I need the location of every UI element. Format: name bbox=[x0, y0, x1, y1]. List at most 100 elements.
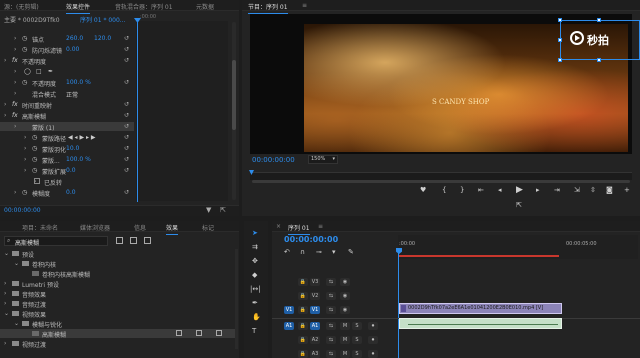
hand-tool-icon[interactable]: ✋ bbox=[252, 313, 261, 321]
close-icon[interactable]: × bbox=[276, 223, 281, 230]
solo-button[interactable]: S bbox=[352, 336, 362, 344]
lock-toggle-icon[interactable]: 🔒 bbox=[298, 336, 308, 344]
ec-scrollbar-thumb[interactable] bbox=[232, 60, 236, 130]
stopwatch-icon[interactable]: ◷ bbox=[32, 156, 37, 163]
source-patch-v1[interactable]: V1 bbox=[284, 306, 294, 314]
stopwatch-icon[interactable]: ◷ bbox=[22, 46, 27, 53]
lock-toggle-icon[interactable]: 🔒 bbox=[298, 350, 308, 358]
ec-row[interactable]: › ◷ 防闪烁滤镜 0.00 ↺ bbox=[0, 45, 134, 55]
sync-lock-icon[interactable]: ⇆ bbox=[326, 292, 336, 300]
ec-row[interactable]: › ◷ 不透明度 100.0 % ↺ bbox=[0, 78, 134, 88]
step-back-icon[interactable]: ◂ bbox=[498, 186, 502, 194]
expand-arrow-icon[interactable]: › bbox=[14, 90, 16, 97]
add-marker-icon[interactable]: ♥ bbox=[420, 186, 426, 194]
program-timecode[interactable]: 00:00:00:00 bbox=[252, 156, 295, 164]
type-tool-icon[interactable]: T bbox=[252, 327, 256, 335]
stopwatch-icon[interactable]: ◷ bbox=[32, 134, 37, 141]
mute-button[interactable]: M bbox=[340, 336, 350, 344]
voice-over-mic-icon[interactable]: ⏺ bbox=[368, 336, 378, 344]
mask-track-controls[interactable]: ◀ ◂ ▶ ▸ ▶ bbox=[68, 134, 96, 141]
play-icon[interactable]: ▶ bbox=[516, 185, 523, 195]
export-frame-icon[interactable]: ◙ bbox=[606, 186, 613, 194]
chevron-right-icon[interactable]: › bbox=[4, 280, 6, 287]
ec-row[interactable]: › ◷ 锚点 260.0 120.0 ↺ bbox=[0, 34, 134, 44]
track-target-v2[interactable]: V2 bbox=[310, 292, 320, 300]
chevron-down-icon[interactable]: ⌄ bbox=[14, 320, 19, 327]
expand-arrow-icon[interactable]: › bbox=[24, 167, 26, 174]
reset-icon[interactable]: ↺ bbox=[124, 189, 129, 196]
ec-row-value[interactable]: 100.0 % bbox=[66, 79, 91, 86]
reset-icon[interactable]: ↺ bbox=[124, 112, 129, 119]
expand-arrow-icon[interactable]: › bbox=[4, 101, 6, 108]
add-marker-icon[interactable]: ▾ bbox=[332, 248, 336, 256]
expand-arrow-icon[interactable]: › bbox=[24, 134, 26, 141]
ec-row-value-2[interactable]: 120.0 bbox=[94, 35, 111, 42]
program-scrub-bar[interactable] bbox=[250, 172, 632, 180]
ec-export-icon[interactable]: ⇱ bbox=[220, 206, 226, 214]
ec-row-value[interactable]: 0.00 bbox=[66, 46, 79, 53]
ec-row[interactable]: › 混合模式 正常 bbox=[0, 89, 134, 99]
nest-icon[interactable]: ↶ bbox=[284, 248, 290, 256]
track-target-v1[interactable]: V1 bbox=[310, 306, 320, 314]
ec-row[interactable]: › ◷ 蒙版羽化 10.0 ↺ bbox=[0, 144, 134, 154]
sync-lock-icon[interactable]: ⇆ bbox=[326, 336, 336, 344]
lock-toggle-icon[interactable]: 🔒 bbox=[298, 322, 308, 330]
expand-arrow-icon[interactable]: › bbox=[24, 156, 26, 163]
reset-icon[interactable]: ↺ bbox=[124, 46, 129, 53]
track-header-a3[interactable]: 🔒 A3 ⇆ M S ⏺ bbox=[272, 349, 398, 358]
overwrite-icon[interactable]: ⇳ bbox=[590, 186, 596, 194]
expand-arrow-icon[interactable]: › bbox=[14, 123, 16, 130]
comparison-view-icon[interactable]: ⇱ bbox=[516, 201, 522, 209]
insert-icon[interactable]: ⇲ bbox=[574, 186, 580, 194]
effects-tree-item[interactable]: ⌄ 卷积内核 bbox=[0, 259, 235, 269]
reset-icon[interactable]: ↺ bbox=[124, 134, 129, 141]
track-select-tool-icon[interactable]: ⇉ bbox=[252, 243, 258, 251]
expand-arrow-icon[interactable]: › bbox=[14, 189, 16, 196]
timeline-timecode[interactable]: 00:00:00:00 bbox=[284, 235, 338, 244]
reset-icon[interactable]: ↺ bbox=[124, 57, 129, 64]
audio-clip[interactable] bbox=[399, 318, 562, 329]
timeline-work-area[interactable] bbox=[399, 255, 559, 257]
reset-icon[interactable]: ↺ bbox=[124, 156, 129, 163]
snap-icon[interactable]: ∩ bbox=[300, 248, 305, 256]
track-target-v3[interactable]: V3 bbox=[310, 278, 320, 286]
ec-row[interactable]: › fx 高斯模糊 ↺ bbox=[0, 111, 134, 121]
lock-toggle-icon[interactable]: 🔒 bbox=[298, 278, 308, 286]
zoom-select[interactable]: 150% ▾ bbox=[308, 155, 338, 164]
expand-arrow-icon[interactable]: › bbox=[14, 68, 16, 75]
video-clip[interactable]: 0002D9hTfk07a2eE6A1e01041200E2B0E010.mp4… bbox=[399, 303, 562, 314]
ellipse-mask-icon[interactable]: ◯ bbox=[24, 68, 31, 75]
rect-mask-icon[interactable]: □ bbox=[36, 68, 42, 75]
chevron-down-icon[interactable]: ⌄ bbox=[14, 260, 19, 267]
track-target-a2[interactable]: A2 bbox=[310, 336, 320, 344]
track-target-a1[interactable]: A1 bbox=[310, 322, 320, 330]
mute-button[interactable]: M bbox=[340, 350, 350, 358]
program-scroll-bar[interactable] bbox=[252, 180, 630, 183]
tab-sequence[interactable]: 序列 01 bbox=[288, 223, 310, 235]
ec-row[interactable]: › 蒙版 (1) ↺ bbox=[0, 122, 134, 132]
linked-selection-icon[interactable]: ⊸ bbox=[316, 248, 322, 256]
go-to-out-icon[interactable]: ⇥ bbox=[554, 186, 560, 194]
selection-tool-icon[interactable]: ➤ bbox=[252, 229, 258, 237]
expand-arrow-icon[interactable]: › bbox=[14, 79, 16, 86]
effects-tree-item[interactable]: › 视频过渡 bbox=[0, 339, 235, 349]
solo-button[interactable]: S bbox=[352, 322, 362, 330]
chevron-right-icon[interactable]: › bbox=[4, 340, 6, 347]
transform-handle[interactable] bbox=[558, 38, 562, 42]
ec-row-value[interactable]: 10.0 bbox=[66, 145, 79, 152]
transform-handle[interactable] bbox=[597, 18, 601, 22]
sequence-label[interactable]: 序列 01 * 000... bbox=[80, 15, 126, 24]
lock-toggle-icon[interactable]: 🔒 bbox=[298, 306, 308, 314]
ec-row[interactable]: › ◷ 蒙版路径 ◀ ◂ ▶ ▸ ▶ ↺ bbox=[0, 133, 134, 143]
razor-tool-icon[interactable]: ◆ bbox=[252, 271, 257, 279]
tab-audio-mixer[interactable]: 音轨混合器：序列 01 bbox=[115, 2, 173, 11]
track-header-v1[interactable]: V1 🔒 V1 ⇆ ◉ bbox=[272, 305, 398, 315]
tab-metadata[interactable]: 元数据 bbox=[196, 2, 214, 11]
ec-row[interactable]: › fx 不透明度 ↺ bbox=[0, 56, 134, 66]
ec-row-value[interactable]: 0.0 bbox=[66, 189, 76, 196]
ec-row-value[interactable]: 0.0 bbox=[66, 167, 76, 174]
transform-handle[interactable] bbox=[597, 58, 601, 62]
sync-lock-icon[interactable]: ⇆ bbox=[326, 306, 336, 314]
stopwatch-icon[interactable]: ◷ bbox=[22, 189, 27, 196]
effects-tree-item[interactable]: 高斯模糊 bbox=[0, 329, 235, 339]
